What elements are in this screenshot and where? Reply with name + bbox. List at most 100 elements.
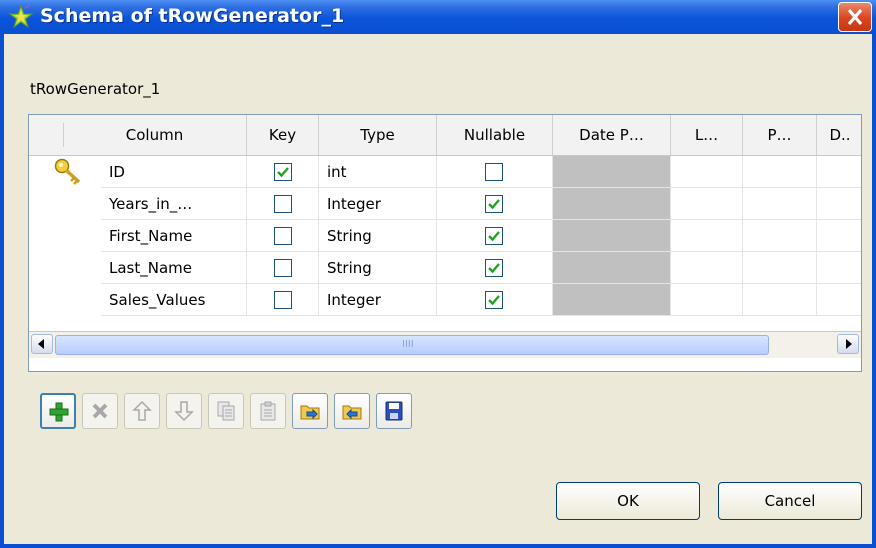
scroll-grip: IIII — [402, 339, 414, 350]
paste-icon — [260, 401, 276, 421]
table-row[interactable]: Last_Name String — [29, 252, 861, 284]
scroll-left-button[interactable] — [31, 334, 53, 354]
horizontal-scrollbar[interactable]: IIII — [29, 331, 861, 358]
cell-column-name[interactable]: First_Name — [101, 220, 247, 252]
cell-type[interactable]: int — [319, 156, 437, 188]
table-row[interactable]: First_Name String — [29, 220, 861, 252]
cell-nullable — [437, 156, 553, 188]
key-checkbox[interactable] — [274, 195, 292, 213]
cell-default[interactable] — [817, 188, 861, 220]
cell-nullable — [437, 252, 553, 284]
plus-icon — [49, 402, 69, 422]
title-bar: Schema of tRowGenerator_1 — [0, 0, 876, 34]
cell-precision[interactable] — [743, 252, 817, 284]
cell-default[interactable] — [817, 252, 861, 284]
scroll-thumb[interactable]: IIII — [55, 335, 769, 355]
header-type[interactable]: Type — [319, 115, 437, 155]
header-date-pattern[interactable]: Date P… — [553, 115, 671, 155]
table-row[interactable]: Sales_Values Integer — [29, 284, 861, 316]
cell-column-name[interactable]: Last_Name — [101, 252, 247, 284]
cell-precision[interactable] — [743, 220, 817, 252]
cell-type[interactable]: Integer — [319, 284, 437, 316]
check-icon — [488, 263, 500, 274]
header-precision[interactable]: P… — [743, 115, 817, 155]
cell-default[interactable] — [817, 156, 861, 188]
table-header: Column Key Type Nullable Date P… L… P… D… — [29, 115, 861, 156]
cell-length[interactable] — [671, 188, 743, 220]
cell-length[interactable] — [671, 252, 743, 284]
window-frame-bottom — [0, 544, 876, 548]
arrow-up-icon — [132, 400, 152, 421]
key-checkbox[interactable] — [274, 291, 292, 309]
paste-button[interactable] — [250, 393, 286, 429]
x-icon — [92, 403, 108, 419]
cell-date-pattern — [553, 252, 671, 284]
arrow-right-icon — [846, 339, 852, 349]
cell-key — [247, 284, 319, 316]
cell-key — [247, 188, 319, 220]
cell-column-name[interactable]: Years_in_… — [101, 188, 247, 220]
cell-nullable — [437, 284, 553, 316]
key-checkbox[interactable] — [274, 227, 292, 245]
nullable-checkbox[interactable] — [485, 259, 503, 277]
cell-type[interactable]: Integer — [319, 188, 437, 220]
key-checkbox[interactable] — [274, 259, 292, 277]
cell-default[interactable] — [817, 220, 861, 252]
window-frame-right — [872, 34, 876, 548]
cell-column-name[interactable]: Sales_Values — [101, 284, 247, 316]
cell-length[interactable] — [671, 220, 743, 252]
table-row[interactable]: ID int — [29, 156, 861, 188]
nullable-checkbox[interactable] — [485, 227, 503, 245]
header-default[interactable]: D.. — [817, 115, 861, 155]
cell-date-pattern — [553, 188, 671, 220]
table-row[interactable]: Years_in_… Integer — [29, 188, 861, 220]
cell-default[interactable] — [817, 284, 861, 316]
window-frame-left — [0, 34, 4, 548]
export-icon — [342, 405, 362, 420]
key-checkbox[interactable] — [274, 163, 292, 181]
save-button[interactable] — [376, 393, 412, 429]
cell-date-pattern — [553, 284, 671, 316]
cell-length[interactable] — [671, 156, 743, 188]
scroll-right-button[interactable] — [837, 334, 859, 354]
close-button[interactable] — [838, 2, 872, 32]
header-nullable[interactable]: Nullable — [437, 115, 553, 155]
export-button[interactable] — [334, 393, 370, 429]
cell-length[interactable] — [671, 284, 743, 316]
window-title: Schema of tRowGenerator_1 — [40, 5, 345, 27]
nullable-checkbox[interactable] — [485, 163, 503, 181]
cell-column-name[interactable]: ID — [101, 156, 247, 188]
ok-button[interactable]: OK — [556, 482, 700, 520]
cell-type[interactable]: String — [319, 220, 437, 252]
cell-nullable — [437, 188, 553, 220]
cell-precision[interactable] — [743, 284, 817, 316]
cell-precision[interactable] — [743, 188, 817, 220]
check-icon — [488, 231, 500, 242]
delete-button[interactable] — [82, 393, 118, 429]
cell-date-pattern — [553, 220, 671, 252]
check-icon — [488, 295, 500, 306]
check-icon — [488, 199, 500, 210]
import-button[interactable] — [292, 393, 328, 429]
copy-icon — [217, 401, 235, 421]
cell-date-pattern — [553, 156, 671, 188]
cell-type[interactable]: String — [319, 252, 437, 284]
schema-table[interactable]: Column Key Type Nullable Date P… L… P… D… — [28, 114, 862, 372]
header-key[interactable]: Key — [247, 115, 319, 155]
add-button[interactable] — [40, 393, 76, 429]
move-up-button[interactable] — [124, 393, 160, 429]
header-length[interactable]: L… — [671, 115, 743, 155]
import-icon — [300, 405, 320, 420]
cancel-button[interactable]: Cancel — [718, 482, 862, 520]
cell-key — [247, 252, 319, 284]
nullable-checkbox[interactable] — [485, 291, 503, 309]
copy-button[interactable] — [208, 393, 244, 429]
cell-precision[interactable] — [743, 156, 817, 188]
cell-key — [247, 220, 319, 252]
move-down-button[interactable] — [166, 393, 202, 429]
cell-key — [247, 156, 319, 188]
nullable-checkbox[interactable] — [485, 195, 503, 213]
component-label: tRowGenerator_1 — [30, 80, 161, 98]
header-column[interactable]: Column — [63, 115, 247, 155]
cell-nullable — [437, 220, 553, 252]
